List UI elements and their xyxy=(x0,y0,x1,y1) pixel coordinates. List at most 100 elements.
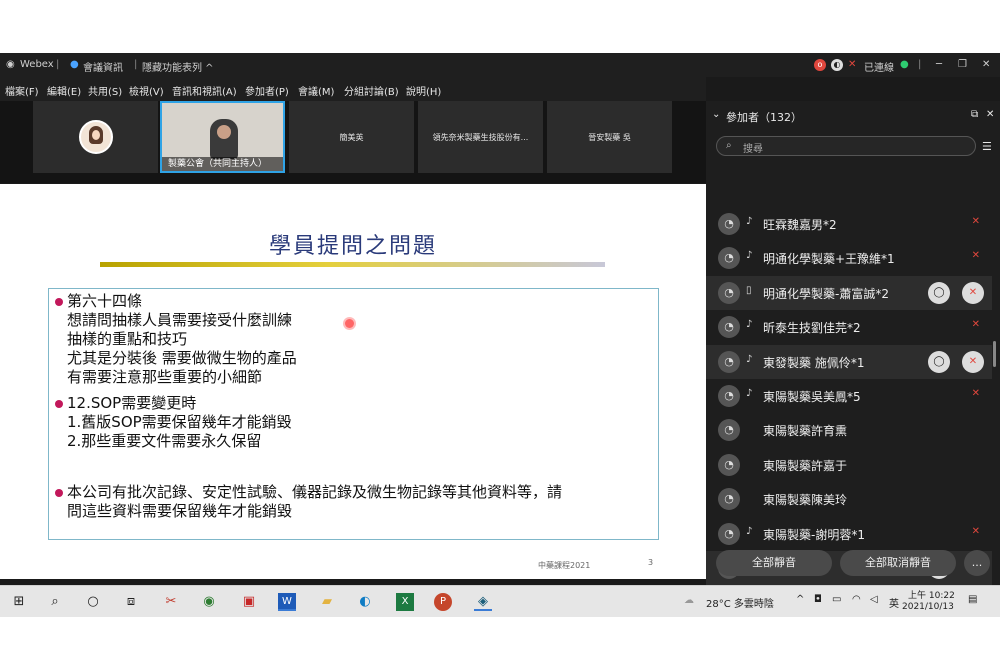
notification-icon[interactable]: ▤ xyxy=(968,594,977,605)
video-strip: 製藥公會（共同主持人） 簡美英 領先奈米製藥生技股份有... 晉安製藥 吳 xyxy=(0,101,706,183)
snip-icon[interactable]: ✂ xyxy=(162,593,180,611)
weather-text[interactable]: 28°C 多雲時陰 xyxy=(706,595,774,610)
participant-name: 東陽製藥吳美鳳*5 xyxy=(763,390,861,404)
participant-row[interactable]: ◔ ♪ 旺霖魏嘉男*2 ✕ xyxy=(706,207,992,241)
slide-line: 本公司有批次記錄、安定性試驗、儀器記錄及微生物記錄等其他資料等，請 xyxy=(67,483,563,501)
slide-line: 1.舊版SOP需要保留幾年才能銷毀 xyxy=(67,413,292,431)
muted-mic-icon[interactable]: ✕ xyxy=(972,319,980,330)
battery-icon[interactable]: ▭ xyxy=(832,594,841,605)
participants-header: 參加者（132） xyxy=(726,111,802,124)
participant-name: 明通化學製藥+王豫維*1 xyxy=(763,252,895,267)
muted-mic-icon[interactable]: ✕ xyxy=(848,59,856,70)
participant-row[interactable]: ◔ ♪ 東陽製藥吳美鳳*5 ✕ xyxy=(706,379,992,413)
device-icon: ♪ xyxy=(746,216,753,227)
scrollbar[interactable] xyxy=(993,341,996,367)
muted-mic-icon[interactable]: ✕ xyxy=(972,388,980,399)
participant-row[interactable]: ◔ 東陽製藥許嘉于 xyxy=(706,448,992,482)
search-icon[interactable]: ⌕ xyxy=(46,593,64,611)
participant-name: 東發製藥 施佩伶*1 xyxy=(763,355,865,370)
participant-row[interactable]: ◔ 東陽製藥陳美玲 xyxy=(706,482,992,516)
hide-menu-button[interactable]: 隱藏功能表列 ^ xyxy=(142,59,214,74)
file-explorer-icon[interactable]: ▰ xyxy=(318,593,336,611)
participant-row[interactable]: ◔ ♪ 昕泰生技劉佳芫*2 ✕ xyxy=(706,310,992,344)
menu-help[interactable]: 說明(H) xyxy=(406,83,441,98)
user-avatar-icon: ◔ xyxy=(718,247,740,270)
participant-name: 東陽製藥許嘉于 xyxy=(763,458,848,473)
tile-label: 領先奈米製藥生技股份有... xyxy=(432,132,529,142)
video-tile-host[interactable]: 製藥公會（共同主持人） xyxy=(160,101,285,173)
clock-date[interactable]: 2021/10/13 xyxy=(902,602,954,612)
tray-chevron-icon[interactable]: ^ xyxy=(796,594,804,605)
video-tile[interactable]: 晉安製藥 吳 xyxy=(547,101,672,173)
ime-indicator[interactable]: 英 xyxy=(889,595,899,610)
restore-button[interactable]: ❐ xyxy=(958,59,967,70)
menu-breakout[interactable]: 分組討論(B) xyxy=(344,83,399,98)
user-avatar-icon: ◔ xyxy=(718,385,740,407)
participant-row[interactable]: ◔ ▯ 明通化學製藥-蕭富誠*2 ◯ ✕ xyxy=(706,275,992,310)
task-view-icon[interactable]: ⧈ xyxy=(122,593,140,611)
volume-icon[interactable]: ◁ xyxy=(870,594,878,605)
muted-mic-icon[interactable]: ✕ xyxy=(972,526,980,537)
slide-line: 想請問抽樣人員需要接受什麼訓練 xyxy=(67,311,293,329)
menu-view[interactable]: 檢視(V) xyxy=(129,83,164,98)
chat-bubble-icon[interactable]: ◯ xyxy=(928,281,950,304)
menu-file[interactable]: 檔案(F) xyxy=(5,83,39,98)
device-icon: ♪ xyxy=(746,388,753,399)
user-icon: ◐ xyxy=(831,59,843,71)
participants-panel: ⌄ 參加者（132） ⧉ ✕ ⌕ 搜尋 ☰ ◔ ♪ 旺霖魏嘉男*2 ✕ ◔ ♪ 明通化學製藥… xyxy=(706,101,1000,585)
title-bar: ◉ Webex | ● 會議資訊 | 隱藏功能表列 ^ o ◐ ✕ 已連線 ● … xyxy=(0,53,1000,77)
meeting-info-button[interactable]: 會議資訊 xyxy=(83,59,123,74)
menu-audio-video[interactable]: 音訊和視訊(A) xyxy=(172,83,237,98)
muted-mic-icon[interactable]: ✕ xyxy=(962,281,984,304)
participant-row[interactable]: ◔ ♪ 東陽製藥-謝明蓉*1 ✕ xyxy=(706,517,992,551)
slide-line: 有需要注意那些重要的小細節 xyxy=(67,368,263,386)
meet-now-icon[interactable]: ◘ xyxy=(814,594,822,605)
webex-icon[interactable]: ◈ xyxy=(474,593,492,611)
muted-mic-icon[interactable]: ✕ xyxy=(972,250,980,261)
chat-bubble-icon[interactable]: ◯ xyxy=(928,350,950,373)
title-underline xyxy=(100,262,605,267)
cortana-icon[interactable]: ○ xyxy=(84,593,102,611)
muted-mic-icon[interactable]: ✕ xyxy=(962,350,984,373)
slide-page-number: 3 xyxy=(648,558,654,567)
chrome-icon[interactable]: ◉ xyxy=(200,593,218,611)
wifi-icon[interactable]: ◠ xyxy=(852,594,861,605)
menu-bar: 檔案(F) 編輯(E) 共用(S) 檢視(V) 音訊和視訊(A) 參加者(P) … xyxy=(0,77,706,101)
menu-edit[interactable]: 編輯(E) xyxy=(47,83,81,98)
bullet-icon xyxy=(55,489,63,497)
popout-icon[interactable]: ⧉ xyxy=(971,109,978,120)
tile-label: 簡美英 xyxy=(339,132,364,142)
menu-share[interactable]: 共用(S) xyxy=(88,83,122,98)
word-icon[interactable]: W xyxy=(278,593,296,611)
participant-name: 昕泰生技劉佳芫*2 xyxy=(763,321,861,336)
video-tile[interactable] xyxy=(33,101,158,173)
close-button[interactable]: ✕ xyxy=(982,59,990,70)
sort-list-icon[interactable]: ☰ xyxy=(982,140,992,153)
video-tile[interactable]: 領先奈米製藥生技股份有... xyxy=(418,101,543,173)
participant-row[interactable]: ◔ ♪ 明通化學製藥+王豫維*1 ✕ xyxy=(706,241,992,275)
collapse-chevron-icon[interactable]: ⌄ xyxy=(712,109,720,120)
edge-icon[interactable]: ◐ xyxy=(356,593,374,611)
shared-slide: 學員提問之問題 第六十四條 想請問抽樣人員需要接受什麼訓練 抽樣的重點和技巧 尤… xyxy=(0,184,706,579)
participant-row[interactable]: ◔ 東陽製藥許育熏 xyxy=(706,413,992,447)
close-panel-icon[interactable]: ✕ xyxy=(986,109,994,120)
unmute-all-button[interactable]: 全部取消靜音 xyxy=(840,550,956,576)
start-icon[interactable]: ⊞ xyxy=(10,593,28,611)
menu-meeting[interactable]: 會議(M) xyxy=(298,83,334,98)
muted-mic-icon[interactable]: ✕ xyxy=(972,216,980,227)
participant-name: 東陽製藥-謝明蓉*1 xyxy=(763,527,865,542)
excel-icon[interactable]: X xyxy=(396,593,414,611)
minimize-button[interactable]: ─ xyxy=(936,59,942,70)
video-tile[interactable]: 簡美英 xyxy=(289,101,414,173)
more-options-button[interactable]: ... xyxy=(964,550,990,576)
pdf-icon[interactable]: ▣ xyxy=(240,593,258,611)
mute-all-button[interactable]: 全部靜音 xyxy=(716,550,832,576)
user-avatar-icon: ◔ xyxy=(718,281,740,304)
clock-time[interactable]: 上午 10:22 xyxy=(908,588,955,601)
participant-row[interactable]: ◔ ♪ 東發製藥 施佩伶*1 ◯ ✕ xyxy=(706,344,992,379)
search-input[interactable]: ⌕ 搜尋 xyxy=(716,136,976,156)
menu-participants[interactable]: 參加者(P) xyxy=(245,83,289,98)
participant-name: 東陽製藥許育熏 xyxy=(763,424,848,439)
powerpoint-icon[interactable]: P xyxy=(434,593,452,611)
participant-name: 明通化學製藥-蕭富誠*2 xyxy=(763,286,889,301)
